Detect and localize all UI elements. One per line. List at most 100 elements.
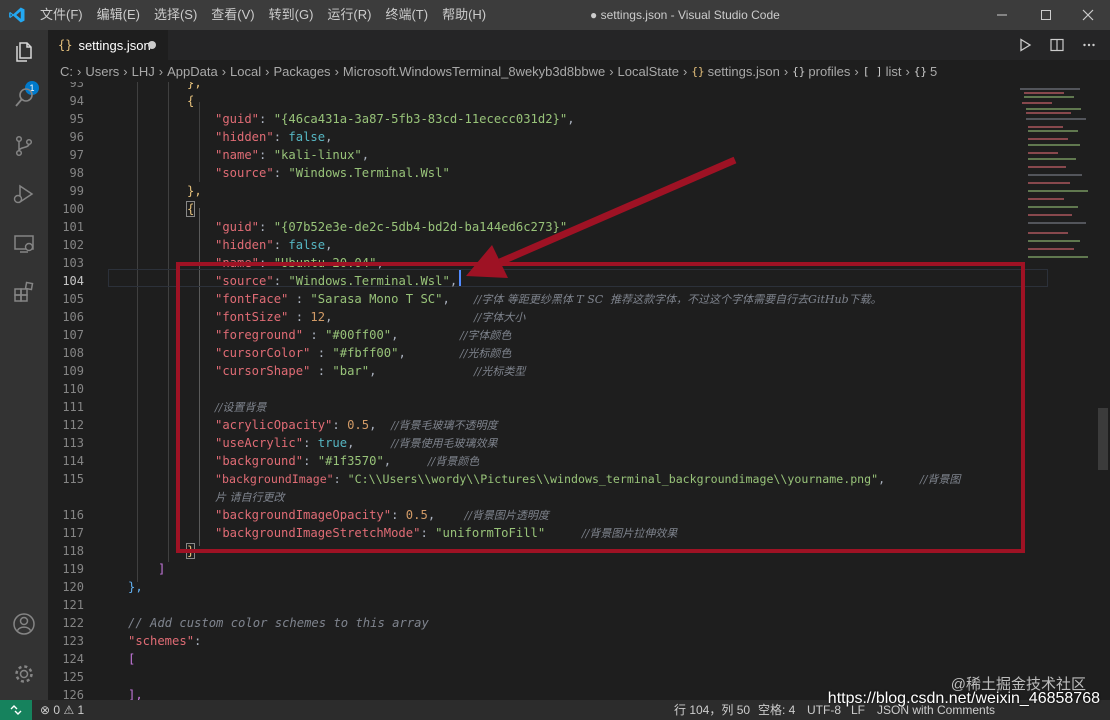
tab-bar: {} settings.json — [48, 30, 1110, 60]
code-text: }, — [187, 184, 202, 198]
menu-run[interactable]: 运行(R) — [327, 0, 371, 30]
line-number: 105 — [62, 292, 84, 306]
line-number: 121 — [62, 598, 84, 612]
breadcrumb-item[interactable]: AppData — [167, 64, 218, 79]
error-count: 0 — [53, 703, 61, 717]
line-number: 124 — [62, 652, 84, 666]
menu-edit[interactable]: 编辑(E) — [97, 0, 140, 30]
line-number: 106 — [62, 310, 84, 324]
code-key: "name" — [215, 148, 260, 162]
chevron-right-icon: › — [77, 63, 82, 79]
remote-explorer-icon — [14, 235, 34, 253]
problems-indicator[interactable]: ⊗ 0 ⚠ 1 — [40, 700, 84, 720]
breadcrumb-list[interactable]: list — [886, 64, 902, 79]
code-value: false — [288, 130, 326, 144]
activity-bar: 1 — [0, 30, 48, 700]
minimize-button[interactable] — [980, 0, 1024, 30]
chevron-right-icon: › — [905, 63, 910, 79]
code-key: "guid" — [215, 220, 260, 234]
menu-selection[interactable]: 选择(S) — [154, 0, 197, 30]
unsaved-dot-icon[interactable] — [148, 41, 156, 49]
annotation-highlight-box — [176, 262, 1025, 553]
chevron-right-icon: › — [123, 63, 128, 79]
cursor-position[interactable]: 行 104，列 50 — [674, 700, 750, 720]
code-key: "schemes" — [128, 634, 195, 648]
maximize-icon — [1041, 10, 1051, 20]
line-number: 103 — [62, 256, 84, 270]
line-number: 107 — [62, 328, 84, 342]
window-title: ● settings.json - Visual Studio Code — [590, 8, 780, 22]
breadcrumb-item[interactable]: Microsoft.WindowsTerminal_8wekyb3d8bbwe — [343, 64, 605, 79]
maximize-button[interactable] — [1024, 0, 1068, 30]
warning-icon: ⚠ — [63, 703, 75, 717]
extensions-button[interactable] — [10, 278, 38, 306]
object-icon: {} — [792, 64, 806, 78]
split-editor-icon — [1050, 38, 1064, 52]
chevron-right-icon: › — [609, 63, 614, 79]
array-icon: [ ] — [862, 64, 883, 78]
code-key: "hidden" — [215, 130, 274, 144]
vscode-logo-icon — [9, 7, 25, 23]
code-key: "source" — [215, 166, 274, 180]
line-number: 97 — [69, 148, 84, 162]
split-editor-button[interactable] — [1048, 36, 1066, 54]
breadcrumb-item[interactable]: LHJ — [132, 64, 155, 79]
chevron-right-icon: › — [158, 63, 164, 79]
more-actions-button[interactable] — [1080, 36, 1098, 54]
breadcrumb-item[interactable]: Local — [230, 64, 261, 79]
search-button[interactable] — [10, 84, 38, 112]
line-number: 95 — [69, 112, 84, 126]
menu-help[interactable]: 帮助(H) — [442, 0, 486, 30]
code-value: "kali-linux" — [273, 148, 362, 162]
minimize-icon — [997, 14, 1007, 16]
menu-terminal[interactable]: 终端(T) — [385, 0, 428, 30]
line-number: 114 — [62, 454, 84, 468]
code-text: [ — [128, 652, 136, 666]
remote-explorer-button[interactable] — [10, 230, 38, 258]
more-icon — [1083, 43, 1095, 47]
json-file-icon: {} — [691, 64, 705, 78]
breadcrumb-item[interactable]: LocalState — [618, 64, 679, 79]
line-number: 94 — [69, 94, 84, 108]
source-control-button[interactable] — [10, 132, 38, 160]
breadcrumb-profiles[interactable]: profiles — [808, 64, 850, 79]
object-icon: {} — [913, 64, 928, 78]
line-number: 117 — [62, 526, 84, 540]
tab-settings-json[interactable]: {} settings.json — [48, 30, 168, 60]
line-number: 108 — [62, 346, 84, 360]
close-button[interactable] — [1066, 0, 1110, 30]
menu-view[interactable]: 查看(V) — [211, 0, 254, 30]
vertical-scrollbar[interactable] — [1096, 82, 1110, 700]
scrollbar-thumb[interactable] — [1098, 408, 1108, 470]
breadcrumb-item-index[interactable]: 5 — [930, 64, 937, 79]
json-file-icon: {} — [58, 38, 73, 52]
line-number: 118 — [62, 544, 84, 558]
chevron-right-icon: › — [783, 63, 789, 79]
code-comment: // Add custom color schemes to this arra… — [128, 616, 429, 630]
run-debug-button[interactable] — [10, 180, 38, 208]
menu-file[interactable]: 文件(F) — [40, 0, 83, 30]
line-number: 113 — [62, 436, 84, 450]
breadcrumb-file[interactable]: settings.json — [708, 64, 780, 79]
accounts-button[interactable] — [10, 610, 38, 638]
breadcrumb-item[interactable]: Users — [85, 64, 119, 79]
code-value: "{46ca431a-3a87-5fb3-83cd-11ececc031d2}" — [273, 112, 568, 126]
code-text: ] — [158, 562, 166, 576]
breadcrumb-item[interactable]: Packages — [273, 64, 330, 79]
explorer-button[interactable] — [10, 38, 38, 66]
line-number-gutter: 93 94 95 96 97 98 99 100 101 102 103 104… — [48, 82, 88, 700]
line-number: 126 — [62, 688, 84, 700]
indentation[interactable]: 空格: 4 — [758, 700, 795, 720]
breadcrumb-item[interactable]: C: — [60, 64, 73, 79]
manage-button[interactable] — [10, 660, 38, 688]
gear-icon — [15, 665, 33, 683]
line-number: 123 — [62, 634, 84, 648]
code-value: false — [288, 238, 326, 252]
line-number: 109 — [62, 364, 84, 378]
minimap[interactable] — [1020, 82, 1100, 282]
menu-go[interactable]: 转到(G) — [269, 0, 314, 30]
run-button[interactable] — [1016, 36, 1034, 54]
remote-indicator-button[interactable] — [0, 700, 32, 720]
watermark-url: https://blog.csdn.net/weixin_46858768 — [827, 690, 1100, 707]
code-text: { — [187, 94, 195, 108]
